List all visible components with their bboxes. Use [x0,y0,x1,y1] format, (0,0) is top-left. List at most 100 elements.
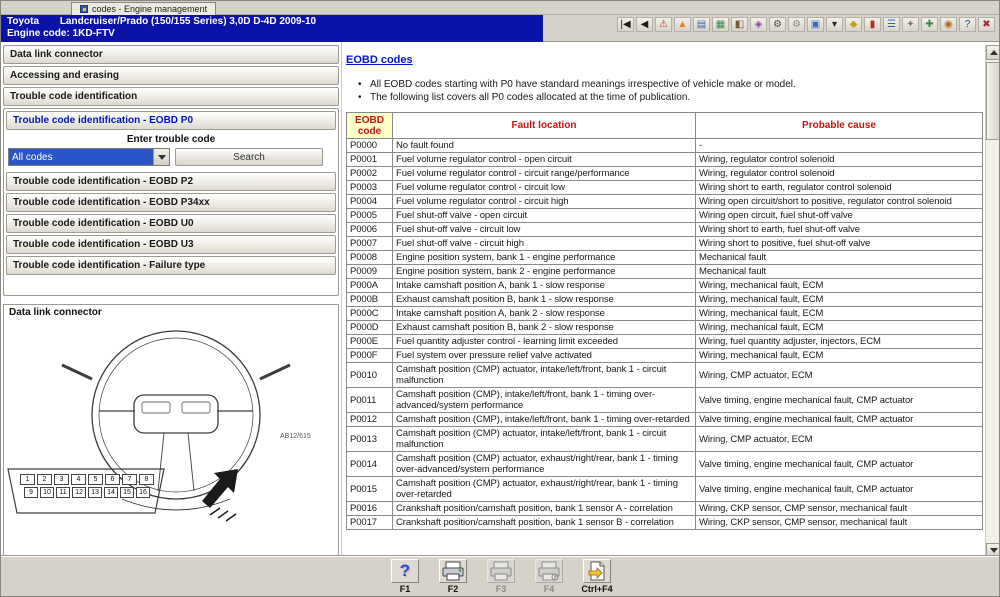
help-icon[interactable]: ? [959,17,976,32]
fault-cell: Fuel volume regulator control - circuit … [393,167,696,181]
document-tab[interactable]: codes - Engine management [71,2,216,15]
document-tab-label: codes - Engine management [92,4,207,14]
dlc-connector: 12345678 910111213141516 [14,474,160,500]
dropdown-selected-value: All codes [9,149,153,165]
close-document-icon [583,559,611,583]
vehicle-brand: Toyota [7,16,39,27]
fault-cell: Fuel shut-off valve - open circuit [393,209,696,223]
application-window: codes - Engine management Toyota Landcru… [0,0,1000,597]
cause-cell: Wiring, CMP actuator, ECM [696,427,983,452]
cause-cell: Wiring, fuel quantity adjuster, injector… [696,335,983,349]
maintenance-icon[interactable]: ▦ [712,17,729,32]
cause-cell: Wiring, mechanical fault, ECM [696,293,983,307]
diagram-title: Data link connector [9,307,102,318]
dlc-pin: 8 [139,474,154,485]
print-f2-button[interactable]: F2 [435,559,471,594]
code-cell: P0017 [347,516,393,530]
top-toolbar: |◀ ◀ ⚠ ▲ ▤ ▦ ◧ ◈ ⚙ ⚙ ▣ ▾ [543,15,1000,42]
sidebar-item-eobd-p0[interactable]: Trouble code identification - EOBD P0 [6,111,336,130]
diagnostics-icon[interactable]: ◈ [750,17,767,32]
table-row: P0013 Camshaft position (CMP) actuator, … [347,427,983,452]
fault-cell: Fuel shut-off valve - circuit high [393,237,696,251]
fault-cell: Camshaft position (CMP) actuator, intake… [393,427,696,452]
sidebar-item-failure-type[interactable]: Trouble code identification - Failure ty… [6,256,336,275]
close-document-ctrl-f4-button[interactable]: Ctrl+F4 [579,559,615,594]
table-row: P0000 No fault found - [347,139,983,153]
nav-back-icon[interactable]: ◀ [636,17,653,32]
table-row: P0015 Camshaft position (CMP) actuator, … [347,477,983,502]
nav-first-icon[interactable]: |◀ [617,17,634,32]
service-bulletin-icon[interactable]: ▲ [674,17,691,32]
fault-cell: Camshaft position (CMP) actuator, exhaus… [393,477,696,502]
code-cell: P0002 [347,167,393,181]
table-header-row: EOBD code Fault location Probable cause [347,113,983,139]
cause-cell: Valve timing, engine mechanical fault, C… [696,413,983,427]
fault-cell: Camshaft position (CMP), intake/left/fro… [393,388,696,413]
scale-dropdown-icon[interactable]: ▾ [826,17,843,32]
cause-cell: Wiring short to earth, regulator control… [696,181,983,195]
dlc-pin: 12 [72,487,86,498]
warning-icon[interactable]: ⚠ [655,17,672,32]
table-row: P0011 Camshaft position (CMP), intake/le… [347,388,983,413]
manuals-icon[interactable]: ☰ [883,17,900,32]
dlc-pin: 1 [20,474,35,485]
dlc-pin: 2 [37,474,52,485]
exit-icon[interactable]: ✖ [978,17,995,32]
dlc-pin: 11 [56,487,70,498]
trouble-code-dropdown[interactable]: All codes [8,148,170,166]
cause-cell: Wiring, mechanical fault, ECM [696,307,983,321]
fault-cell: Camshaft position (CMP) actuator, intake… [393,363,696,388]
sidebar-item-accessing-and-erasing[interactable]: Accessing and erasing [3,66,339,85]
scrollbar-thumb[interactable] [986,62,1000,140]
adjustments-icon[interactable]: ◧ [731,17,748,32]
engine-code: Engine code: 1KD-FTV [7,28,537,40]
fault-cell: Intake camshaft position A, bank 1 - slo… [393,279,696,293]
scroll-up-button[interactable] [986,45,1000,60]
table-row: P0014 Camshaft position (CMP) actuator, … [347,452,983,477]
estimate-icon[interactable]: ◉ [940,17,957,32]
vehicle-model: Landcruiser/Prado (150/155 Series) 3,0D … [60,16,316,27]
chevron-down-icon[interactable] [153,149,169,165]
data-link-connector-panel: Data link connector [3,304,339,557]
notes-list: All EOBD codes starting with P0 have sta… [358,78,796,104]
components-icon[interactable]: ✦ [902,17,919,32]
transmission-gear-icon[interactable]: ⚙ [788,17,805,32]
code-cell: P0013 [347,427,393,452]
code-cell: P000F [347,349,393,363]
technical-data-icon[interactable]: ▤ [693,17,710,32]
help-f1-button[interactable]: ? F1 [387,559,423,594]
sidebar: Data link connector Accessing and erasin… [3,45,339,298]
settings-gear-icon[interactable]: ⚙ [769,17,786,32]
table-row: P0005 Fuel shut-off valve - open circuit… [347,209,983,223]
table-row: P0010 Camshaft position (CMP) actuator, … [347,363,983,388]
dlc-pin: 15 [120,487,134,498]
lubricants-icon[interactable]: ◆ [845,17,862,32]
fault-cell: No fault found [393,139,696,153]
eobd-codes-table: EOBD code Fault location Probable cause … [346,112,983,530]
fault-cell: Exhaust camshaft position B, bank 2 - sl… [393,321,696,335]
battery-icon[interactable]: ▮ [864,17,881,32]
sidebar-item-data-link-connector[interactable]: Data link connector [3,45,339,64]
dlc-pin: 13 [88,487,102,498]
sidebar-item-eobd-u3[interactable]: Trouble code identification - EOBD U3 [6,235,336,254]
fault-cell: Crankshaft position/camshaft position, b… [393,516,696,530]
search-button[interactable]: Search [175,148,323,166]
fault-cell: Fuel quantity adjuster control - learnin… [393,335,696,349]
engine-management-tab-icon [80,5,88,13]
sidebar-item-eobd-p2[interactable]: Trouble code identification - EOBD P2 [6,172,336,191]
code-cell: P000B [347,293,393,307]
header-band: Toyota Landcruiser/Prado (150/155 Series… [1,15,1000,42]
sidebar-item-eobd-p34xx[interactable]: Trouble code identification - EOBD P34xx [6,193,336,212]
print-preview-icon [487,559,515,583]
location-arrow-icon [202,469,238,508]
monitor-icon[interactable]: ▣ [807,17,824,32]
code-cell: P0000 [347,139,393,153]
sidebar-item-trouble-code-identification[interactable]: Trouble code identification [3,87,339,106]
table-row: P0012 Camshaft position (CMP), intake/le… [347,413,983,427]
vertical-scrollbar[interactable] [985,45,1000,558]
wiring-diagram-icon[interactable]: ✚ [921,17,938,32]
print-setup-icon [535,559,563,583]
dlc-pin: 16 [136,487,150,498]
function-buttons: ? F1 F2 [1,557,1000,594]
sidebar-item-eobd-u0[interactable]: Trouble code identification - EOBD U0 [6,214,336,233]
